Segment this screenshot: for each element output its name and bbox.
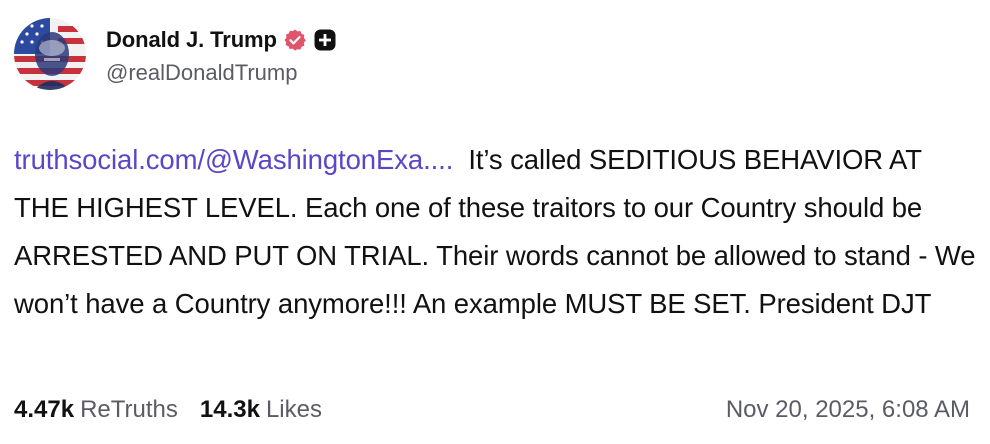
author-handle[interactable]: @realDonaldTrump [106,60,337,86]
author-avatar[interactable] [14,18,86,90]
truth-post: Donald J. Trump @realDonaldTrump truthso… [0,0,990,444]
name-row: Donald J. Trump [106,22,337,58]
retruths-label: ReTruths [80,396,178,423]
author-display-name[interactable]: Donald J. Trump [106,27,277,53]
retruths-count: 4.47k [14,396,75,423]
post-link[interactable]: truthsocial.com/@WashingtonExa.... [14,144,453,175]
post-timestamp[interactable]: Nov 20, 2025, 6:08 AM [726,396,970,424]
post-footer: 4.47k ReTruths 14.3k Likes Nov 20, 2025,… [14,390,970,430]
plus-badge-icon [313,28,337,52]
likes-label: Likes [265,396,322,423]
post-header: Donald J. Trump @realDonaldTrump [14,16,337,92]
flag-portrait-avatar-icon [14,18,86,90]
likes-count: 14.3k [199,396,260,423]
post-body: truthsocial.com/@WashingtonExa.... It’s … [14,136,976,328]
author-names: Donald J. Trump @realDonaldTrump [106,22,337,86]
retruths-stat[interactable]: 4.47k ReTruths [14,396,178,424]
verified-badge-icon [283,28,307,52]
likes-stat[interactable]: 14.3k Likes [200,396,322,424]
